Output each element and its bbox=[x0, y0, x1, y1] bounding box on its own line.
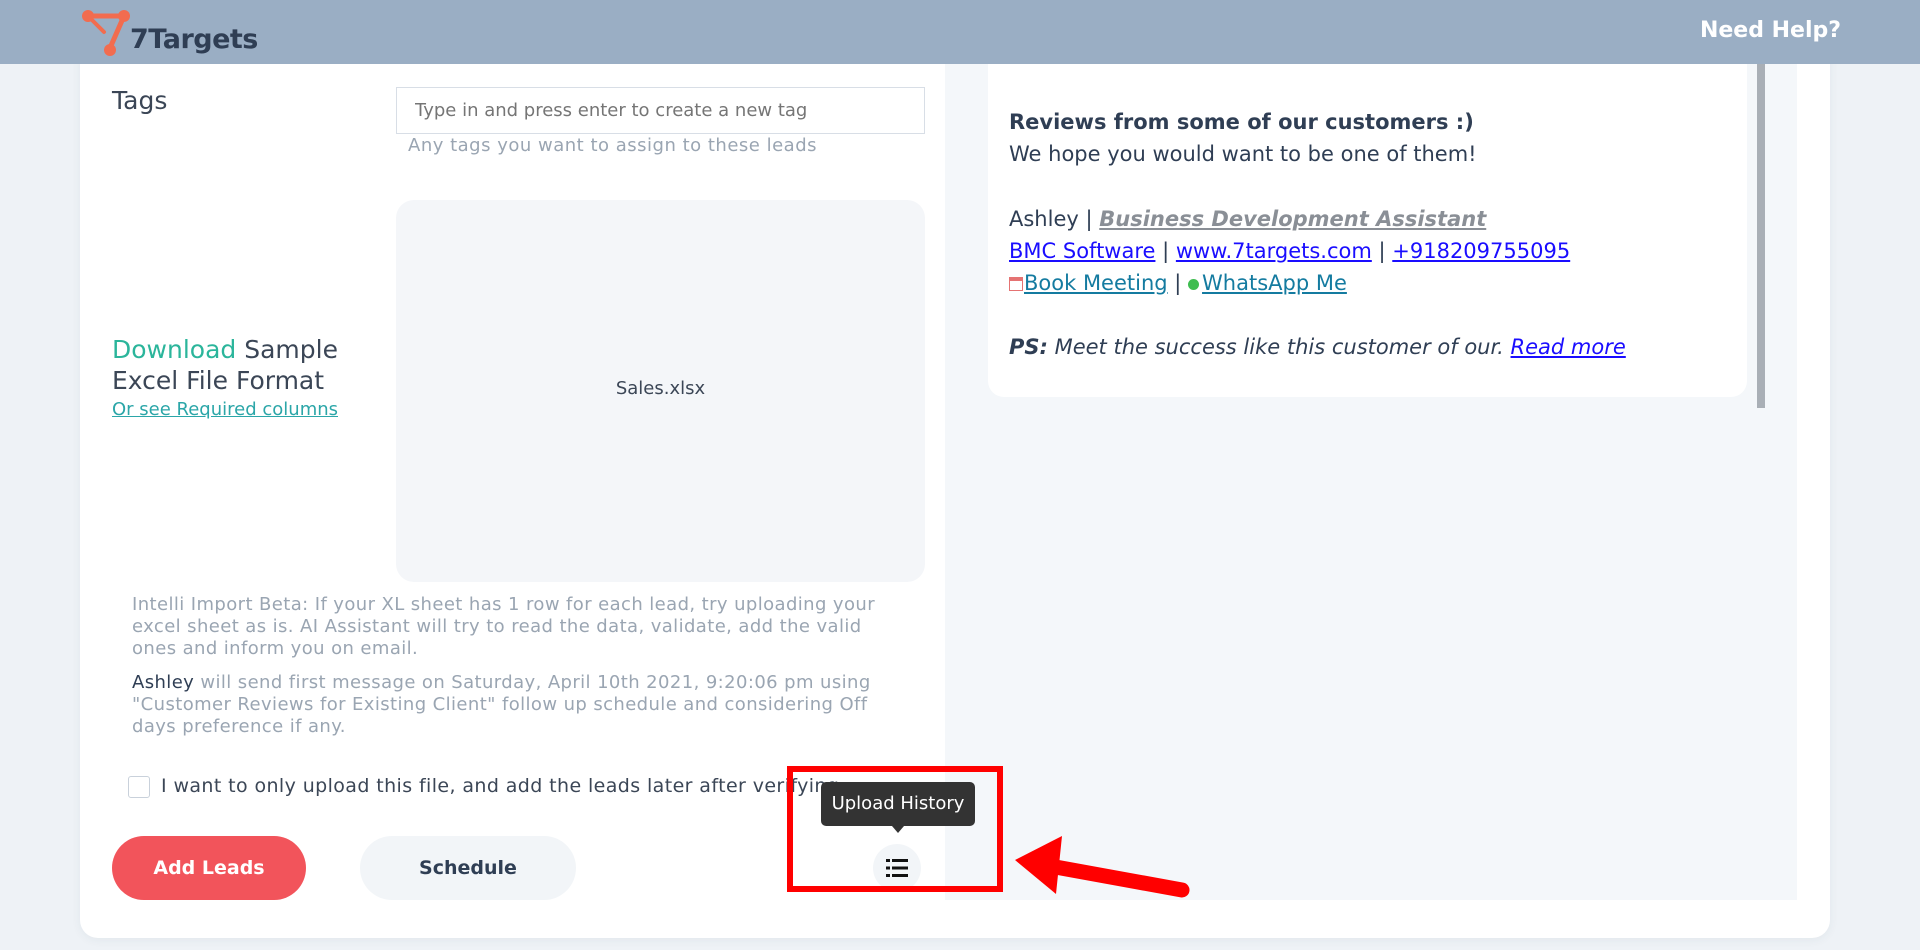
preview-heading: Reviews from some of our customers :) bbox=[1009, 110, 1474, 134]
upload-only-checkbox[interactable] bbox=[128, 776, 150, 798]
tags-label: Tags bbox=[112, 86, 168, 115]
preview-scrollbar[interactable] bbox=[1757, 62, 1765, 408]
whatsapp-icon bbox=[1188, 279, 1200, 290]
upload-only-label: I want to only upload this file, and add… bbox=[161, 775, 840, 797]
separator: | bbox=[1371, 239, 1393, 263]
read-more-link[interactable]: Read more bbox=[1511, 335, 1626, 359]
whatsapp-link[interactable]: WhatsApp Me bbox=[1202, 271, 1347, 295]
meeting-links: Book Meeting | WhatsApp Me bbox=[1009, 271, 1347, 295]
required-columns-link[interactable]: Or see Required columns bbox=[112, 398, 392, 422]
signature-line: Ashley | Business Development Assistant bbox=[1009, 207, 1486, 231]
ps-line: PS: Meet the success like this customer … bbox=[1009, 335, 1626, 359]
separator: | bbox=[1167, 271, 1189, 295]
calendar-icon bbox=[1009, 277, 1023, 291]
file-drop-zone[interactable]: Sales.xlsx bbox=[396, 200, 925, 582]
intelli-import-note: Intelli Import Beta: If your XL sheet ha… bbox=[132, 594, 876, 659]
schedule-note: Ashley will send first message on Saturd… bbox=[132, 672, 912, 738]
need-help-link[interactable]: Need Help? bbox=[1700, 18, 1841, 43]
book-meeting-link[interactable]: Book Meeting bbox=[1024, 271, 1168, 295]
website-link[interactable]: www.7targets.com bbox=[1176, 239, 1372, 263]
add-leads-button[interactable]: Add Leads bbox=[112, 836, 306, 900]
phone-link[interactable]: +918209755095 bbox=[1392, 239, 1570, 263]
annotation-arrow-icon bbox=[1015, 836, 1190, 898]
tags-input[interactable] bbox=[396, 87, 925, 134]
uploaded-file-name: Sales.xlsx bbox=[615, 378, 706, 399]
owner-name: Ashley bbox=[132, 672, 195, 693]
ps-text: Meet the success like this customer of o… bbox=[1047, 335, 1511, 359]
company-link[interactable]: BMC Software bbox=[1009, 239, 1155, 263]
separator: | bbox=[1155, 239, 1176, 263]
preview-subtext: We hope you would want to be one of them… bbox=[1009, 142, 1477, 166]
download-sample-link[interactable]: Download bbox=[112, 335, 236, 364]
schedule-button[interactable]: Schedule bbox=[360, 836, 576, 900]
sample-download-block: Download Sample Excel File Format Or see… bbox=[112, 334, 392, 422]
ps-label: PS: bbox=[1009, 335, 1048, 359]
tags-help-text: Any tags you want to assign to these lea… bbox=[408, 135, 817, 156]
signature-role: Business Development Assistant bbox=[1099, 207, 1487, 231]
top-bar: 7Targets Need Help? bbox=[0, 0, 1920, 64]
annotation-highlight-box bbox=[787, 766, 1003, 892]
signature-name: Ashley bbox=[1009, 207, 1079, 231]
schedule-text: will send first message on Saturday, Apr… bbox=[132, 672, 871, 737]
logo[interactable]: 7Targets bbox=[80, 6, 260, 58]
separator: | bbox=[1078, 207, 1100, 231]
logo-text: 7Targets bbox=[130, 24, 258, 55]
signature-links: BMC Software | www.7targets.com | +91820… bbox=[1009, 239, 1570, 263]
logo-mark-icon bbox=[82, 10, 130, 56]
